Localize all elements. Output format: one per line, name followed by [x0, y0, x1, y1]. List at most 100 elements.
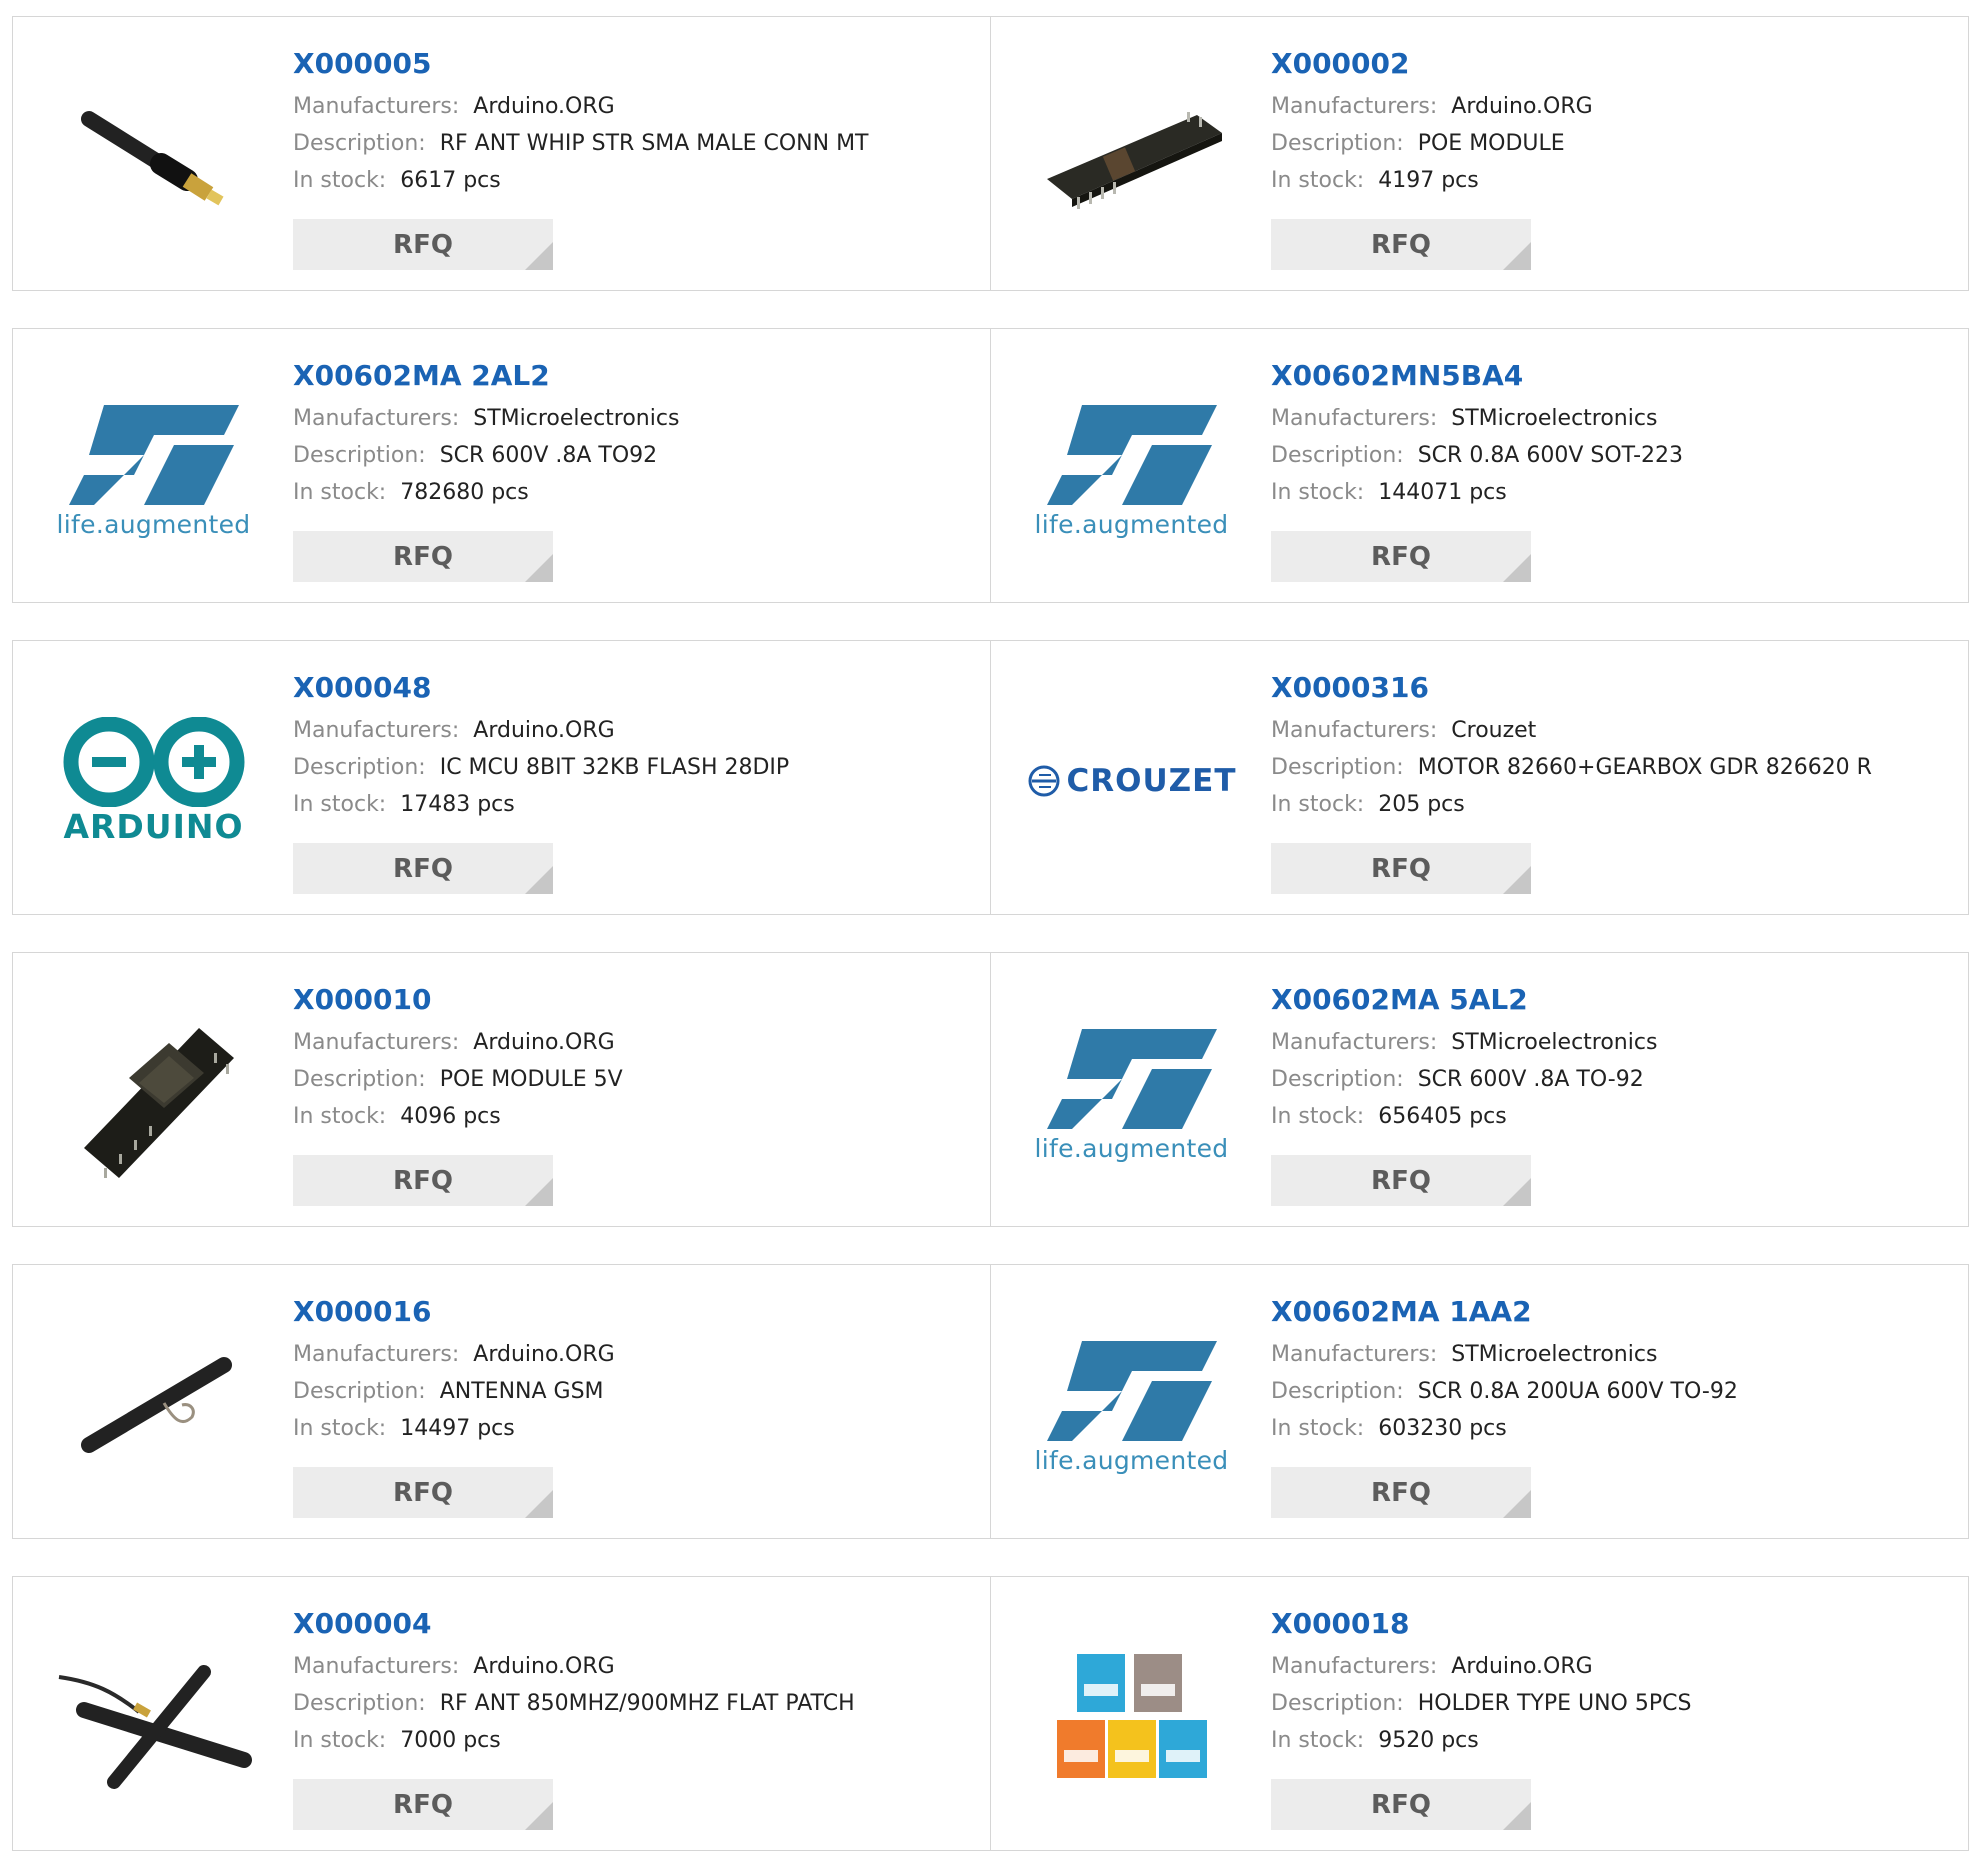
rfq-label: RFQ — [1371, 1477, 1431, 1508]
rfq-button[interactable]: RFQ — [293, 531, 553, 582]
description-label: Description: — [1271, 1379, 1404, 1404]
description-line: Description: MOTOR 82660+GEARBOX GDR 8266… — [1271, 749, 1951, 786]
stock-line: In stock: 17483 pcs — [293, 786, 973, 823]
product-info: X00602MA 2AL2 Manufacturers: STMicroelect… — [293, 357, 973, 511]
in-stock-label: In stock: — [293, 1728, 387, 1753]
stock-line: In stock: 4096 pcs — [293, 1098, 973, 1135]
stock-value: 14497 pcs — [400, 1416, 515, 1441]
rfq-corner-decoration — [1503, 242, 1531, 270]
rfq-label: RFQ — [393, 1789, 453, 1820]
part-number-link[interactable]: X000004 — [293, 1605, 973, 1643]
rfq-button[interactable]: RFQ — [1271, 1779, 1531, 1830]
crouzet-logo[interactable]: CROUZET — [1028, 681, 1235, 881]
part-number-link[interactable]: X00602MA 2AL2 — [293, 357, 973, 395]
manufacturer-value: Arduino.ORG — [473, 1030, 615, 1055]
manufacturers-label: Manufacturers: — [293, 1030, 460, 1055]
stock-value: 9520 pcs — [1378, 1728, 1479, 1753]
stock-value: 4096 pcs — [400, 1104, 501, 1129]
part-number-link[interactable]: X00602MA 1AA2 — [1271, 1293, 1951, 1331]
manufacturer-value: STMicroelectronics — [1451, 1342, 1658, 1367]
manufacturer-value: STMicroelectronics — [473, 406, 680, 431]
stock-value: 656405 pcs — [1378, 1104, 1507, 1129]
product-info: X000016 Manufacturers: Arduino.ORG Descri… — [293, 1293, 973, 1447]
st-logo[interactable]: life.augmented — [1029, 1305, 1234, 1505]
rfq-label: RFQ — [393, 541, 453, 572]
rfq-button[interactable]: RFQ — [1271, 219, 1531, 270]
product-info: X000010 Manufacturers: Arduino.ORG Descri… — [293, 981, 973, 1135]
manufacturer-line: Manufacturers: Arduino.ORG — [1271, 88, 1951, 125]
manufacturers-label: Manufacturers: — [293, 94, 460, 119]
arduino-logo[interactable]: ARDUINO — [51, 681, 256, 881]
part-number-link[interactable]: X00602MA 5AL2 — [1271, 981, 1951, 1019]
description-value: POE MODULE — [1417, 131, 1565, 156]
manufacturer-line: Manufacturers: Arduino.ORG — [293, 1336, 973, 1373]
part-number-link[interactable]: X000016 — [293, 1293, 973, 1331]
rfq-button[interactable]: RFQ — [1271, 843, 1531, 894]
manufacturer-line: Manufacturers: STMicroelectronics — [1271, 1336, 1951, 1373]
rfq-button[interactable]: RFQ — [293, 219, 553, 270]
rfq-label: RFQ — [1371, 853, 1431, 884]
stock-line: In stock: 14497 pcs — [293, 1410, 973, 1447]
poe-module-image[interactable] — [1029, 57, 1234, 257]
in-stock-label: In stock: — [1271, 1104, 1365, 1129]
rfq-corner-decoration — [525, 1178, 553, 1206]
part-number-link[interactable]: X0000316 — [1271, 669, 1951, 707]
in-stock-label: In stock: — [293, 1416, 387, 1441]
product-row: X000016 Manufacturers: Arduino.ORG Descri… — [12, 1264, 1969, 1539]
product-info: X000005 Manufacturers: Arduino.ORG Descri… — [293, 45, 973, 199]
part-number-link[interactable]: X000048 — [293, 669, 973, 707]
stock-line: In stock: 4197 pcs — [1271, 162, 1951, 199]
poe-module-5v-image[interactable] — [51, 993, 256, 1193]
stock-line: In stock: 782680 pcs — [293, 474, 973, 511]
description-value: ANTENNA GSM — [439, 1379, 604, 1404]
description-value: POE MODULE 5V — [439, 1067, 623, 1092]
stock-line: In stock: 603230 pcs — [1271, 1410, 1951, 1447]
part-number-link[interactable]: X000018 — [1271, 1605, 1951, 1643]
description-value: SCR 0.8A 200UA 600V TO-92 — [1417, 1379, 1738, 1404]
part-number-link[interactable]: X00602MN5BA4 — [1271, 357, 1951, 395]
rfq-corner-decoration — [525, 1490, 553, 1518]
part-number-link[interactable]: X000010 — [293, 981, 973, 1019]
flat-patch-antenna-image[interactable] — [51, 1617, 256, 1817]
rfq-corner-decoration — [1503, 1490, 1531, 1518]
stock-line: In stock: 6617 pcs — [293, 162, 973, 199]
manufacturers-label: Manufacturers: — [293, 718, 460, 743]
rfq-label: RFQ — [1371, 1789, 1431, 1820]
description-line: Description: RF ANT 850MHZ/900MHZ FLAT PA… — [293, 1685, 973, 1722]
rfq-label: RFQ — [1371, 541, 1431, 572]
rfq-button[interactable]: RFQ — [1271, 1155, 1531, 1206]
product-info: X000048 Manufacturers: Arduino.ORG Descri… — [293, 669, 973, 823]
st-logo[interactable]: life.augmented — [51, 369, 256, 569]
part-number-link[interactable]: X000005 — [293, 45, 973, 83]
st-tagline: life.augmented — [1034, 509, 1229, 539]
description-value: RF ANT 850MHZ/900MHZ FLAT PATCH — [439, 1691, 855, 1716]
product-card: CROUZET X0000316 Manufacturers: Crouzet D… — [991, 641, 1968, 914]
part-number-link[interactable]: X000002 — [1271, 45, 1951, 83]
st-logo[interactable]: life.augmented — [1029, 369, 1234, 569]
product-info: X000004 Manufacturers: Arduino.ORG Descri… — [293, 1605, 973, 1759]
gsm-antenna-image[interactable] — [51, 1305, 256, 1505]
manufacturer-line: Manufacturers: STMicroelectronics — [1271, 400, 1951, 437]
rfq-button[interactable]: RFQ — [1271, 531, 1531, 582]
st-logo[interactable]: life.augmented — [1029, 993, 1234, 1193]
rfq-button[interactable]: RFQ — [293, 1155, 553, 1206]
manufacturers-label: Manufacturers: — [1271, 1342, 1438, 1367]
manufacturers-label: Manufacturers: — [1271, 1654, 1438, 1679]
product-info: X00602MA 1AA2 Manufacturers: STMicroelect… — [1271, 1293, 1951, 1447]
product-row: life.augmented X00602MA 2AL2 Manufacture… — [12, 328, 1969, 603]
whip-antenna-image[interactable] — [51, 57, 256, 257]
rfq-button[interactable]: RFQ — [293, 1467, 553, 1518]
manufacturers-label: Manufacturers: — [1271, 1030, 1438, 1055]
in-stock-label: In stock: — [293, 480, 387, 505]
manufacturer-line: Manufacturers: Arduino.ORG — [293, 1648, 973, 1685]
rfq-button[interactable]: RFQ — [293, 843, 553, 894]
arduino-wordmark: ARDUINO — [63, 806, 244, 846]
rfq-button[interactable]: RFQ — [293, 1779, 553, 1830]
rfq-label: RFQ — [393, 1165, 453, 1196]
rfq-button[interactable]: RFQ — [1271, 1467, 1531, 1518]
uno-holder-image[interactable] — [1029, 1617, 1234, 1817]
product-card: life.augmented X00602MN5BA4 Manufacturer… — [991, 329, 1968, 602]
description-line: Description: SCR 0.8A 200UA 600V TO-92 — [1271, 1373, 1951, 1410]
stock-line: In stock: 205 pcs — [1271, 786, 1951, 823]
rfq-label: RFQ — [1371, 1165, 1431, 1196]
